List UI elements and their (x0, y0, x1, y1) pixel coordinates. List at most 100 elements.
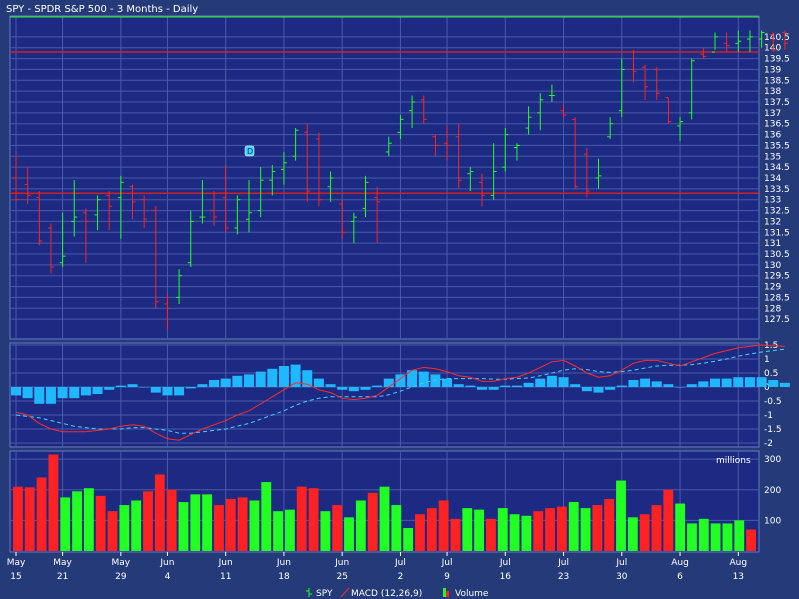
x-tick-day: 6 (677, 572, 683, 582)
macd-histogram-bar (348, 387, 359, 392)
volume-bar (237, 497, 248, 551)
chart-title: SPY - SPDR S&P 500 - 3 Months - Daily (6, 4, 198, 15)
macd-histogram-bar (220, 378, 231, 387)
x-tick-day: 29 (115, 572, 127, 582)
volume-bar (415, 514, 425, 551)
volume-bar (545, 508, 555, 551)
volume-bar (308, 488, 319, 551)
macd-y-tick-label: -1 (764, 411, 773, 421)
x-tick-day: 21 (57, 572, 68, 582)
macd-histogram-bar (383, 378, 394, 387)
x-tick-month: Jun (276, 558, 291, 568)
volume-bar (663, 489, 674, 551)
legend-label-spy: SPY (316, 589, 333, 599)
legend-label-macd: MACD (12,26,9) (351, 589, 422, 599)
volume-bar (533, 511, 544, 551)
price-y-tick-label: 133 (764, 196, 781, 206)
x-tick-month: Aug (671, 558, 689, 568)
price-y-tick-label: 136.5 (764, 120, 790, 130)
volume-bar (225, 498, 236, 551)
volume-bar (450, 518, 461, 551)
volume-bar (734, 520, 745, 551)
x-tick-month: Aug (730, 558, 748, 568)
macd-histogram-bar (558, 377, 569, 387)
macd-histogram-bar (628, 380, 639, 387)
macd-histogram-bar (197, 384, 208, 387)
volume-bar (710, 523, 721, 551)
macd-histogram-bar (325, 384, 336, 387)
macd-histogram-bar (232, 375, 243, 387)
x-tick-day: 4 (165, 572, 171, 582)
volume-bar (249, 500, 260, 551)
x-tick-month: Jun (159, 558, 174, 568)
x-tick-day: 30 (616, 572, 628, 582)
volume-bar (379, 486, 390, 551)
volume-bar (604, 498, 615, 551)
volume-bar (344, 517, 354, 551)
volume-bar (486, 518, 496, 551)
price-y-ticks: 127.5128128.5129129.5130130.5131131.5132… (764, 33, 790, 325)
macd-histogram-bar (69, 387, 80, 399)
macd-histogram-bar (511, 385, 522, 387)
macd-histogram-bar (162, 387, 173, 396)
legend: SPY MACD (12,26,9) Volume (306, 587, 489, 599)
volume-bar (403, 528, 414, 551)
macd-histogram-bar (150, 387, 161, 393)
macd-histogram-bar (92, 387, 103, 394)
macd-y-tick-label: -1.5 (764, 425, 782, 435)
macd-y-tick-label: -0.5 (764, 397, 782, 407)
macd-histogram-bar (616, 385, 627, 387)
price-y-tick-label: 132 (764, 217, 781, 227)
x-tick-day: 16 (500, 572, 512, 582)
price-y-tick-label: 134 (764, 174, 781, 184)
macd-histogram-bar (744, 377, 755, 387)
volume-bar (178, 502, 189, 551)
macd-histogram-bar (45, 387, 56, 404)
x-tick-month: Jun (334, 558, 349, 568)
macd-histogram-bar (523, 382, 534, 387)
volume-bar (214, 505, 224, 551)
price-y-tick-label: 136 (764, 131, 781, 141)
volume-bar (722, 523, 733, 551)
macd-histogram-bar (11, 387, 21, 396)
macd-histogram-bar (477, 387, 487, 390)
x-tick-day: 23 (558, 572, 569, 582)
x-tick-day: 11 (220, 572, 231, 582)
volume-bar (568, 502, 579, 551)
macd-histogram-bar (127, 384, 138, 387)
macd-histogram-bar (465, 385, 476, 387)
stock-chart: SPY - SPDR S&P 500 - 3 Months - Daily 12… (6, 4, 790, 599)
macd-histogram-bar (675, 387, 686, 388)
volume-bar (60, 497, 71, 551)
volume-bar (438, 500, 449, 551)
volume-bar (509, 514, 520, 551)
macd-histogram-bar (535, 378, 546, 387)
macd-histogram-bar (337, 387, 348, 390)
macd-histogram-bar (185, 387, 196, 389)
volume-bar (119, 505, 130, 551)
macd-histogram-bar (313, 378, 324, 387)
macd-histogram-bar (430, 374, 441, 387)
volume-y-tick-label: 100 (764, 516, 781, 526)
volume-bar (521, 515, 532, 551)
volume-bar (95, 495, 106, 551)
x-tick-month: Jun (218, 558, 233, 568)
macd-histogram-bar (500, 385, 511, 387)
x-tick-month: Jul (557, 558, 569, 568)
macd-histogram-bar (244, 374, 254, 387)
macd-histogram-bar (80, 387, 91, 396)
legend-item-volume: Volume (443, 588, 489, 599)
macd-y-tick-label: 1 (764, 355, 770, 365)
x-tick-month: Jul (615, 558, 627, 568)
macd-histogram-bar (442, 378, 453, 387)
macd-histogram-bar (698, 381, 709, 387)
macd-histogram-bar (104, 387, 115, 390)
volume-bar (580, 508, 591, 551)
volume-bar (616, 480, 626, 551)
volume-y-tick-label: 300 (764, 455, 781, 465)
volume-bar (355, 500, 366, 551)
legend-item-spy: SPY (306, 588, 333, 599)
volume-bar (474, 509, 485, 551)
x-tick-day: 25 (336, 572, 347, 582)
price-y-tick-label: 129 (764, 283, 781, 293)
